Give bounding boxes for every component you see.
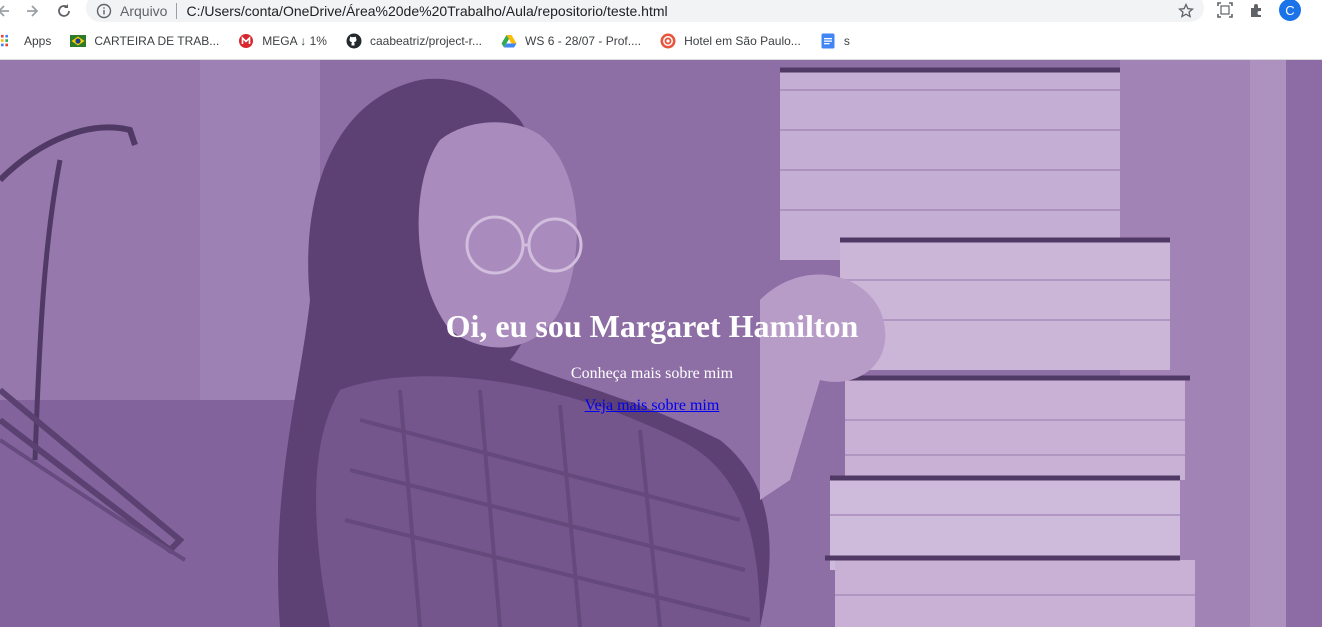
page-subtitle: Conheça mais sobre mim	[570, 365, 734, 382]
bookmark-label: WS 6 - 28/07 - Prof....	[525, 34, 642, 48]
info-icon[interactable]	[96, 0, 112, 19]
bookmark-label: Hotel em São Paulo...	[684, 34, 801, 48]
about-me-link[interactable]: Veja mais sobre mim	[585, 397, 720, 415]
bookmark-carteira[interactable]: CARTEIRA DE TRAB...	[70, 29, 219, 53]
url-text[interactable]: C:/Users/conta/OneDrive/Área%20de%20Trab…	[186, 0, 667, 19]
extensions-icon[interactable]	[1248, 1, 1266, 19]
bookmark-label: Apps	[24, 34, 52, 48]
bookmark-label: caabeatriz/project-r...	[369, 34, 483, 48]
forward-arrow-icon	[27, 5, 39, 17]
star-icon[interactable]	[1177, 2, 1195, 19]
hero-content: Oi, eu sou Margaret Hamilton Conheça mai…	[0, 308, 1304, 415]
bookmark-label: s	[843, 34, 850, 48]
bookmark-hotel[interactable]: Hotel em São Paulo...	[660, 29, 801, 53]
google-drive-icon	[501, 33, 517, 49]
scheme-label: Arquivo	[120, 3, 168, 19]
address-bar[interactable]: Arquivo C:/Users/conta/OneDrive/Área%20d…	[86, 0, 1204, 22]
back-button[interactable]	[0, 0, 18, 22]
bookmark-s[interactable]: s	[820, 29, 850, 53]
media-router-icon[interactable]	[1216, 1, 1234, 19]
bookmark-github[interactable]: caabeatriz/project-r...	[346, 29, 482, 53]
hero-section: Oi, eu sou Margaret Hamilton Conheça mai…	[0, 60, 1322, 627]
bookmark-label: MEGA ↓ 1%	[262, 34, 327, 48]
brazil-flag-icon	[70, 33, 87, 49]
bookmark-ws6[interactable]: WS 6 - 28/07 - Prof....	[501, 29, 641, 53]
bookmark-label: CARTEIRA DE TRAB...	[94, 34, 220, 48]
hotel-icon	[660, 33, 676, 49]
back-arrow-icon	[0, 5, 9, 17]
profile-avatar[interactable]: C	[1279, 0, 1301, 21]
github-icon	[346, 33, 362, 49]
bookmark-mega[interactable]: MEGA ↓ 1%	[238, 29, 327, 53]
bookmark-apps[interactable]: Apps	[0, 29, 51, 53]
browser-toolbar: Arquivo C:/Users/conta/OneDrive/Área%20d…	[0, 0, 1322, 22]
reload-button[interactable]	[50, 0, 78, 22]
bookmarks-bar: Apps CARTEIRA DE TRAB... MEGA ↓ 1% caabe…	[0, 28, 1322, 54]
reload-icon	[58, 4, 70, 17]
apps-grid-icon	[0, 33, 16, 49]
mega-icon	[238, 33, 254, 49]
forward-button[interactable]	[18, 0, 46, 22]
google-docs-icon	[820, 33, 836, 49]
omnibox-divider	[176, 3, 178, 19]
page-title: Oi, eu sou Margaret Hamilton	[445, 308, 859, 344]
